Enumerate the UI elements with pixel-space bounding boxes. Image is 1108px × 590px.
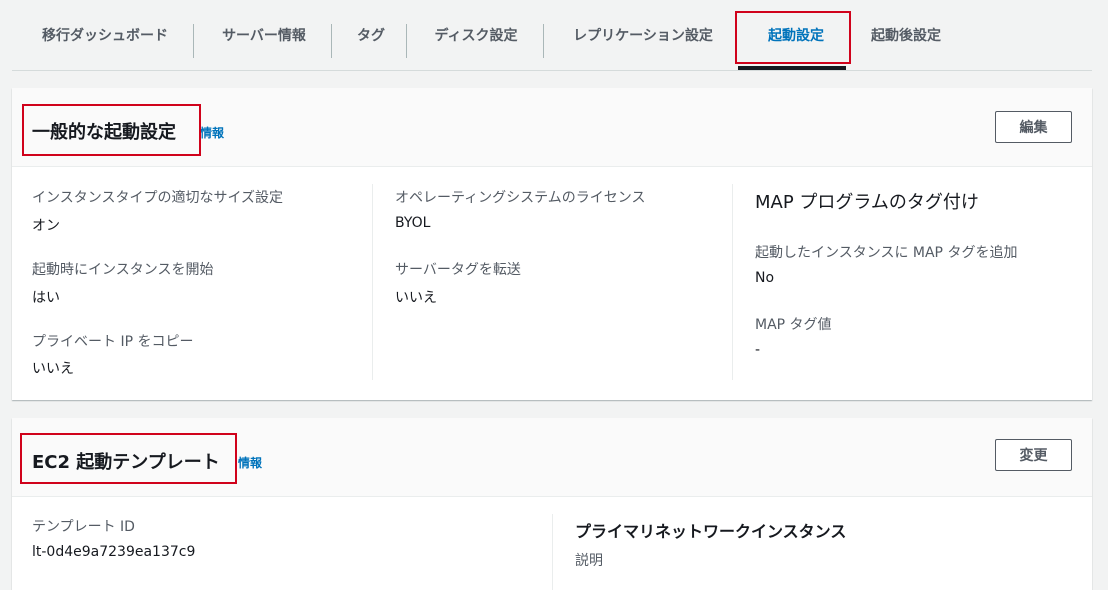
tab-server-info[interactable]: サーバー情報	[198, 0, 330, 70]
tab-replication-settings[interactable]: レプリケーション設定	[546, 0, 740, 70]
field-label: プライベート IP をコピー	[32, 334, 194, 350]
info-link[interactable]: 情報	[200, 124, 224, 141]
field-label: MAP タグ値	[755, 317, 832, 333]
tab-separator	[193, 24, 194, 58]
field-label: インスタンスタイプの適切なサイズ設定	[32, 190, 284, 206]
tab-separator	[543, 24, 544, 58]
info-link[interactable]: 情報	[238, 454, 262, 471]
field-label: 起動時にインスタンスを開始	[32, 262, 214, 278]
field-value: オン	[32, 218, 60, 234]
highlight-box-general-title	[22, 104, 201, 156]
tab-migration-dashboard[interactable]: 移行ダッシュボード	[20, 0, 190, 70]
field-value: No	[755, 270, 775, 286]
map-tagging-heading: MAP プログラムのタグ付け	[755, 192, 979, 213]
change-button[interactable]: 変更	[995, 439, 1072, 471]
field-value: いいえ	[32, 361, 74, 377]
field-value: -	[755, 342, 761, 358]
field-value: BYOL	[395, 215, 431, 231]
field-label: オペレーティングシステムのライセンス	[395, 190, 646, 206]
tab-separator	[331, 24, 332, 58]
description-label: 説明	[575, 553, 603, 569]
field-value: はい	[32, 290, 60, 306]
column-divider	[732, 184, 733, 380]
highlight-box-active-tab	[735, 11, 851, 64]
column-divider	[372, 184, 373, 380]
field-label: サーバータグを転送	[395, 262, 521, 278]
field-value: いいえ	[395, 290, 437, 306]
template-id-label: テンプレート ID	[32, 519, 135, 535]
tab-bar: 移行ダッシュボード サーバー情報 タグ ディスク設定 レプリケーション設定 起動…	[12, 0, 1092, 71]
tab-disk-settings[interactable]: ディスク設定	[410, 0, 542, 70]
edit-button[interactable]: 編集	[995, 111, 1072, 143]
tab-separator	[406, 24, 407, 58]
highlight-box-ec2-title	[20, 433, 237, 484]
active-tab-indicator	[738, 66, 846, 70]
tab-post-launch-settings[interactable]: 起動後設定	[858, 0, 954, 70]
template-id-value: lt-0d4e9a7239ea137c9	[32, 544, 196, 560]
tab-tags[interactable]: タグ	[336, 0, 406, 70]
field-label: 起動したインスタンスに MAP タグを追加	[755, 245, 1018, 261]
primary-network-instance-heading: プライマリネットワークインスタンス	[575, 522, 847, 541]
column-divider	[552, 514, 553, 590]
